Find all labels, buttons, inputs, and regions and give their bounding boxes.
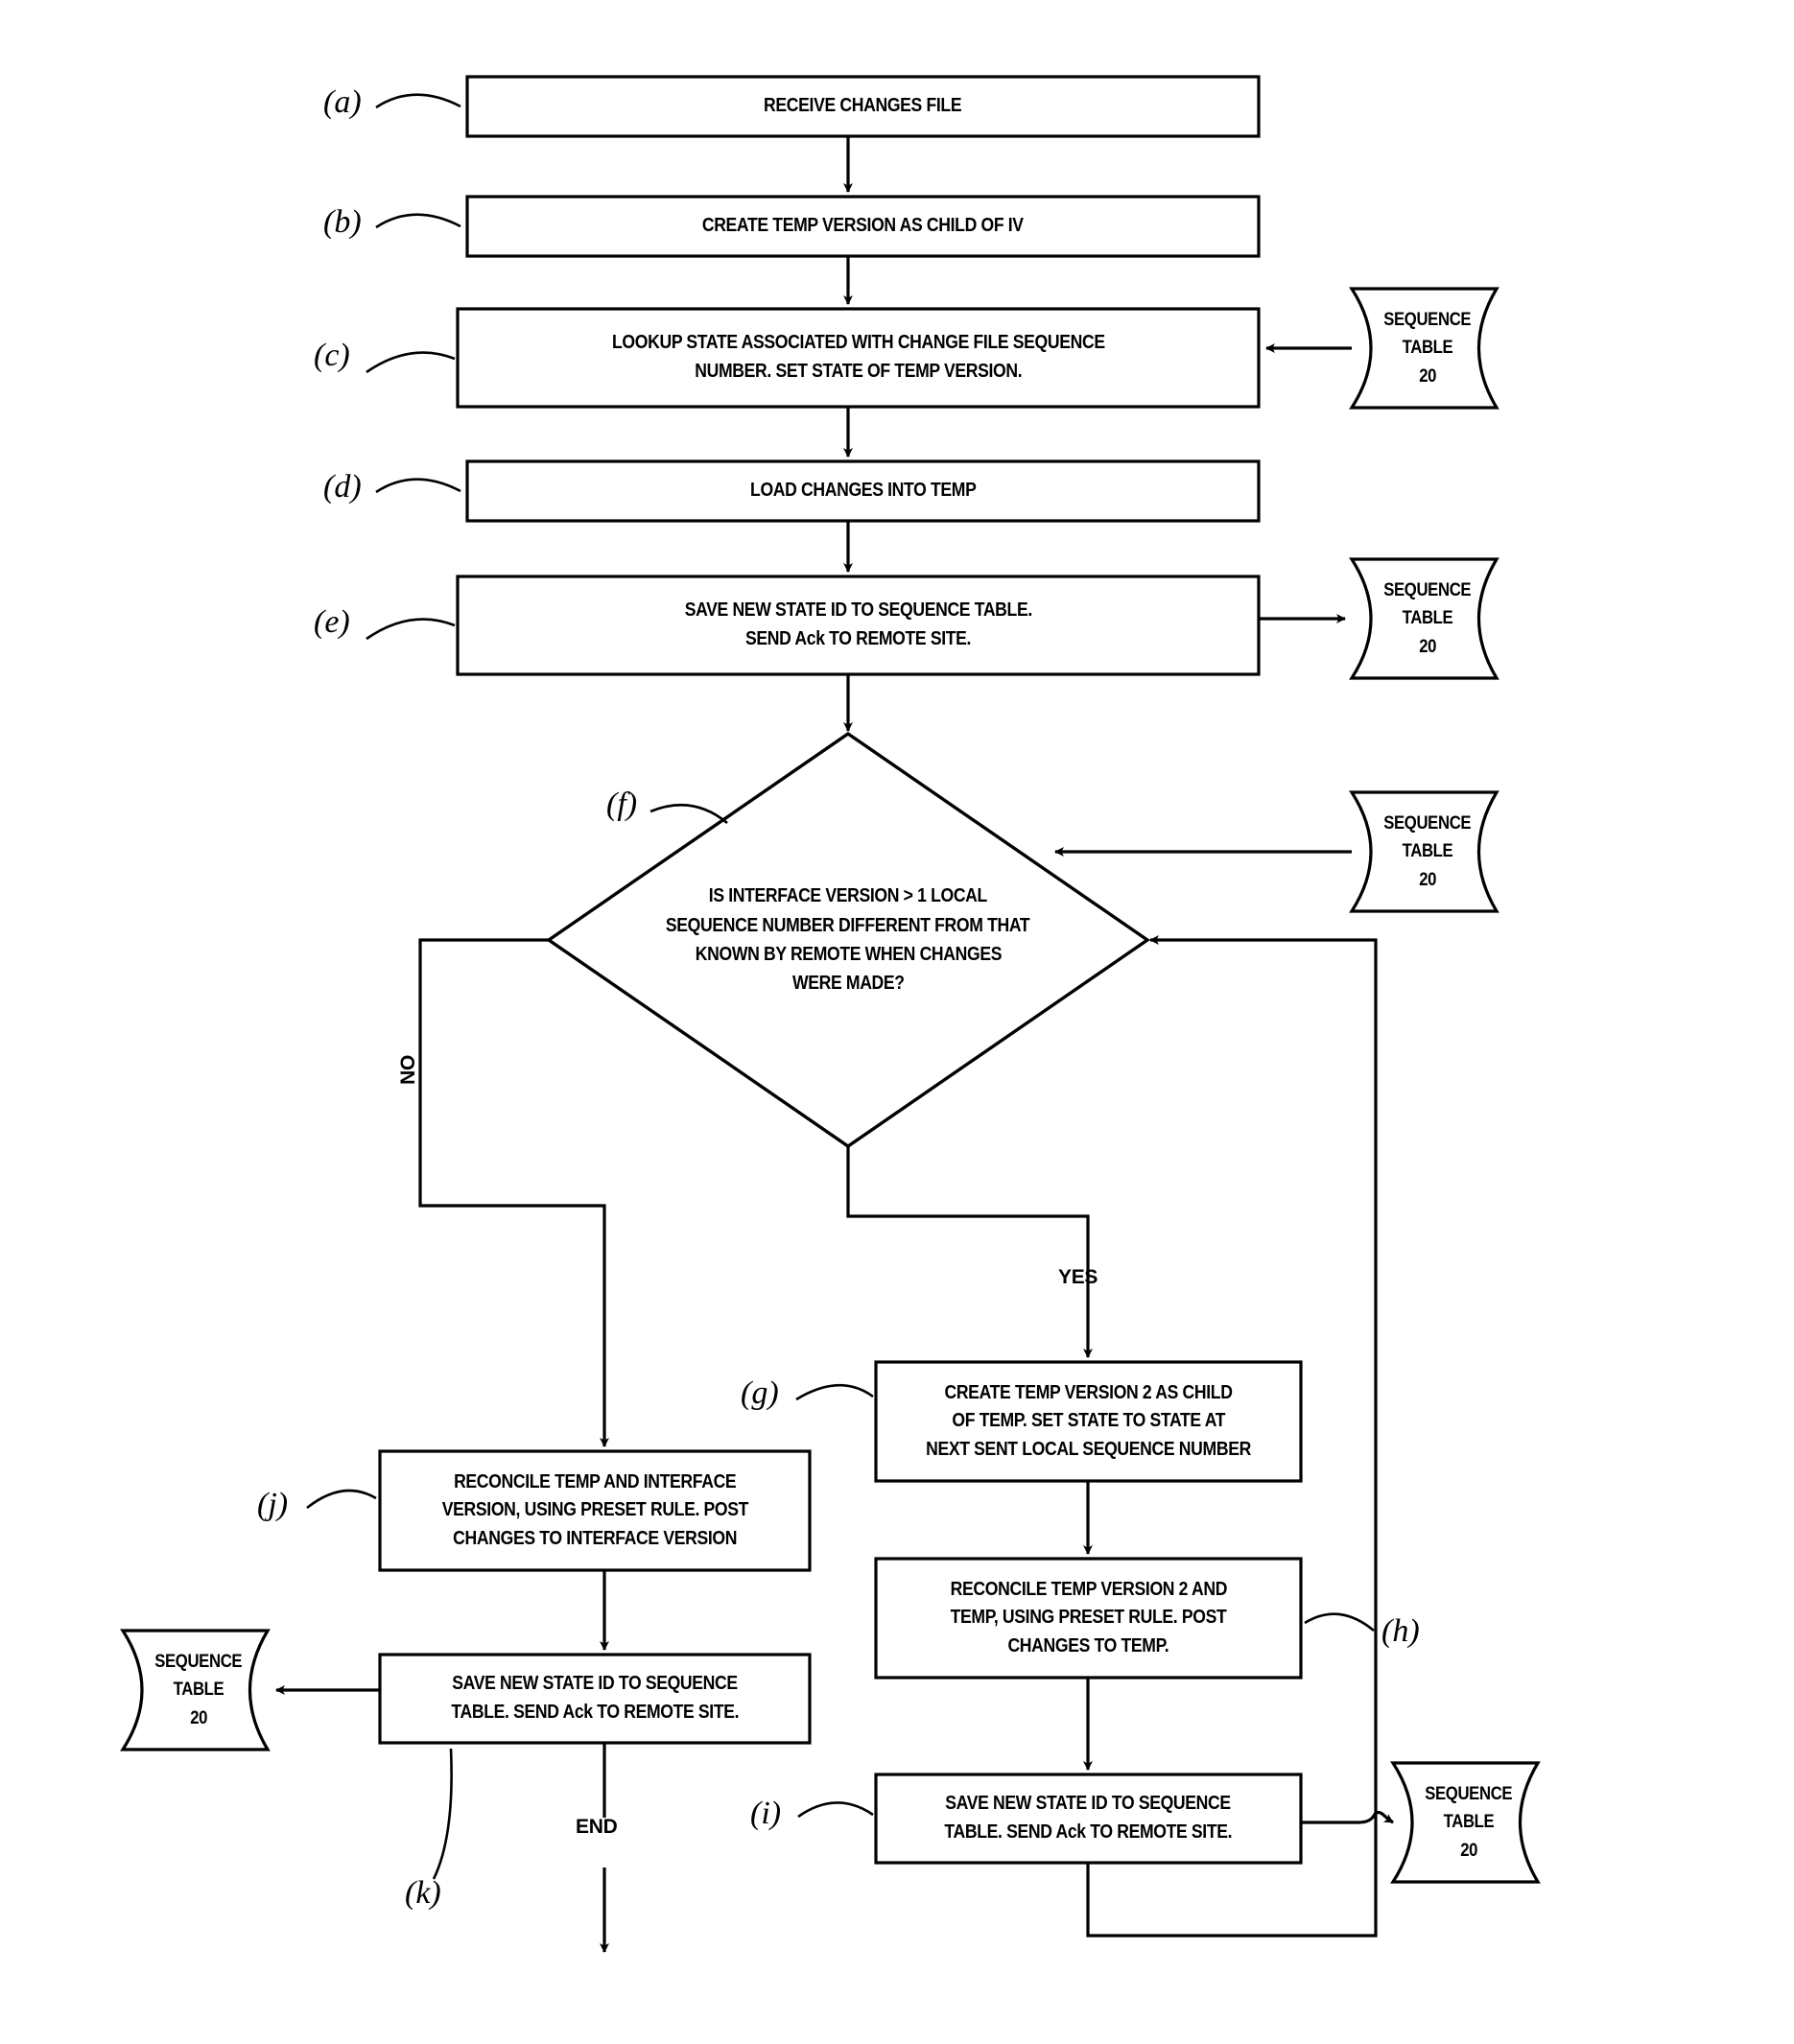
db-k-shape — [120, 1629, 271, 1751]
box-i — [874, 1773, 1303, 1865]
db-c-shape — [1349, 287, 1499, 410]
leader-a — [375, 93, 461, 109]
edge-label-no: NO — [397, 1055, 419, 1085]
ref-label-b: (b) — [323, 204, 362, 240]
arrow-i-dbi — [1301, 1810, 1394, 1824]
ref-label-d: (d) — [323, 469, 362, 505]
edge-label-end: END — [576, 1816, 618, 1838]
db-f-shape — [1349, 790, 1499, 913]
ref-label-i: (i) — [750, 1796, 782, 1831]
box-h — [874, 1557, 1303, 1680]
leader-b — [375, 213, 461, 229]
box-c — [456, 307, 1261, 409]
box-k — [378, 1653, 812, 1745]
ref-label-j: (j) — [257, 1487, 289, 1522]
flowchart-page: RECEIVE CHANGES FILE (a) CREATE TEMP VER… — [0, 0, 1794, 2044]
box-a — [465, 75, 1261, 138]
leader-f — [649, 803, 728, 824]
leader-j — [306, 1489, 377, 1510]
db-i-shape — [1390, 1761, 1541, 1884]
flowchart-connectors — [120, 75, 1541, 1953]
edge-feedback-loop — [1086, 935, 1378, 1938]
leader-c — [366, 351, 456, 374]
box-j — [378, 1449, 812, 1572]
edge-yes — [846, 1146, 1093, 1358]
ref-label-f: (f) — [606, 787, 638, 822]
leader-i — [797, 1801, 874, 1819]
ref-label-a: (a) — [323, 84, 362, 120]
db-e-shape — [1349, 557, 1499, 680]
ref-label-g: (g) — [741, 1375, 779, 1411]
edge-no — [418, 938, 609, 1447]
ref-label-e: (e) — [314, 604, 350, 640]
box-g — [874, 1360, 1303, 1483]
box-e — [456, 575, 1261, 676]
ref-label-h: (h) — [1381, 1613, 1420, 1649]
edge-label-yes: YES — [1058, 1266, 1098, 1288]
leader-d — [375, 478, 461, 494]
leader-e — [366, 618, 456, 641]
diamond-f — [546, 731, 1150, 1149]
leader-h — [1304, 1612, 1375, 1632]
leader-k — [432, 1748, 453, 1880]
box-b — [465, 195, 1261, 258]
ref-label-k: (k) — [405, 1875, 441, 1911]
ref-label-c: (c) — [314, 338, 350, 373]
leader-g — [795, 1383, 874, 1401]
box-d — [465, 459, 1261, 523]
